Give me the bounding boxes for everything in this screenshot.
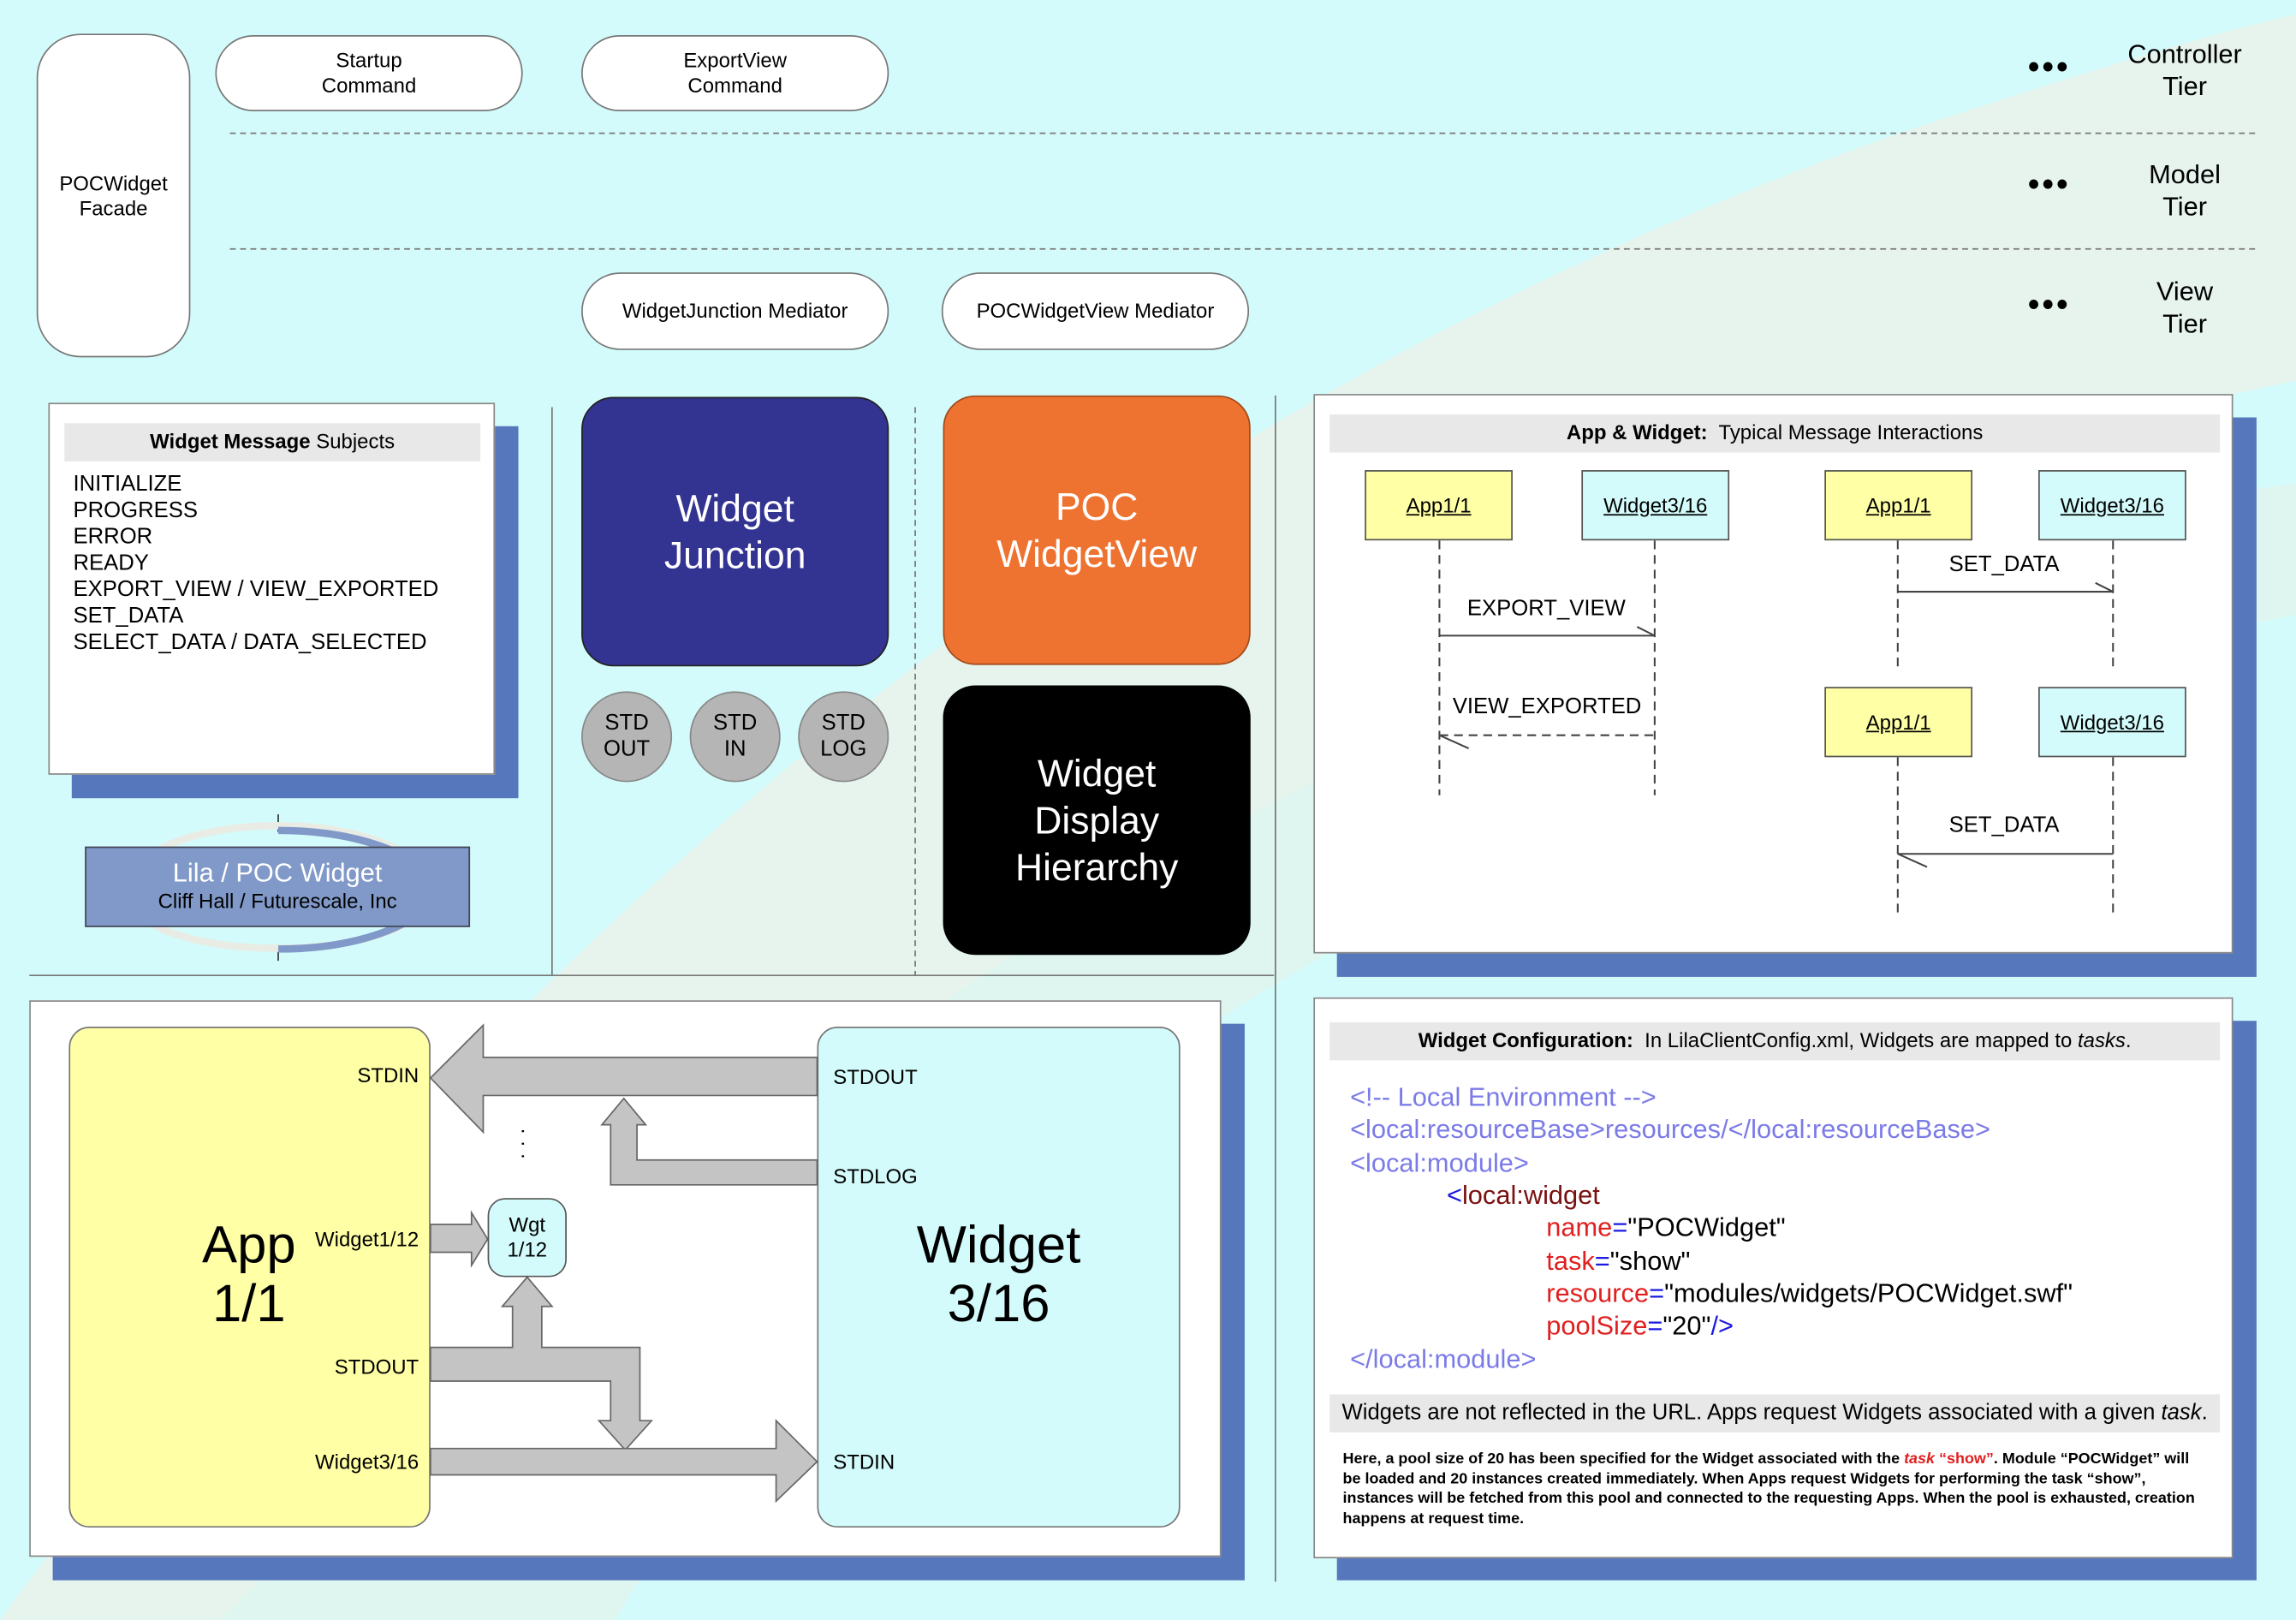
- stdlog-arrow: [600, 1097, 818, 1186]
- config-note: Widgets are not reflected in the URL. Ap…: [1329, 1394, 2221, 1432]
- xml-comment: <!-- Local Environment -->: [1350, 1082, 1657, 1112]
- attr-name: resource: [1546, 1278, 1650, 1308]
- close-self: />: [1710, 1310, 1734, 1341]
- lt: <: [1446, 1180, 1462, 1210]
- app-widget1-port: Widget1/12: [315, 1227, 419, 1251]
- xml-attr: name="POCWidget": [1546, 1212, 1786, 1242]
- note-em: task: [2161, 1400, 2202, 1426]
- app-widget3-port: Widget3/16: [315, 1450, 419, 1474]
- xml-attr: task="show": [1546, 1246, 1691, 1276]
- attr-value: "show": [1609, 1246, 1691, 1276]
- attr-value: "20": [1663, 1310, 1711, 1341]
- stdout-arrow: [430, 1276, 654, 1451]
- tag: local:widget: [1461, 1180, 1600, 1210]
- attr-value: "modules/widgets/POCWidget.swf": [1664, 1278, 2073, 1308]
- config-panel: Widget Configuration: In LilaClientConfi…: [1313, 997, 2234, 1558]
- wgt-box: Wgt 1/12: [487, 1198, 567, 1278]
- config-paragraph: Here, a pool size of 20 has been specifi…: [1343, 1450, 2207, 1528]
- xml-widget-open: <local:widget: [1447, 1179, 1600, 1212]
- ellipsis: · · ·: [512, 1128, 537, 1160]
- xml-attr: poolSize="20"/>: [1546, 1310, 1734, 1341]
- attr-name: poolSize: [1546, 1310, 1648, 1341]
- app-stdin-port: STDIN: [357, 1063, 419, 1087]
- attr-value: "POCWidget": [1627, 1212, 1786, 1242]
- xml-resource-base: <local:resourceBase>resources/</local:re…: [1350, 1114, 1990, 1144]
- title-bold: Widget Configuration:: [1418, 1027, 1633, 1052]
- config-title: Widget Configuration: In LilaClientConfi…: [1329, 1021, 2221, 1061]
- title-rest: In LilaClientConfig.xml, Widgets are map…: [1633, 1027, 2078, 1052]
- attr-name: task: [1546, 1246, 1595, 1276]
- widget-stdout-port: STDOUT: [833, 1064, 918, 1088]
- architecture-diagram: POCWidget Facade Startup Command ExportV…: [0, 0, 2296, 1620]
- xml-attr: resource="modules/widgets/POCWidget.swf": [1546, 1278, 2073, 1308]
- note-text: Widgets are not reflected in the URL. Ap…: [1341, 1400, 2162, 1426]
- widget-stdlog-port: STDLOG: [833, 1164, 918, 1188]
- xml-module-open: <local:module>: [1350, 1148, 1529, 1178]
- para-text: Here, a pool size of 20 has been specifi…: [1342, 1450, 1905, 1468]
- app-stdout-port: STDOUT: [334, 1355, 419, 1379]
- xml-module-close: </local:module>: [1350, 1344, 1537, 1374]
- widget1-arrow: [430, 1210, 489, 1268]
- attr-name: name: [1546, 1212, 1613, 1242]
- title-em: tasks: [2077, 1027, 2126, 1052]
- para-task: task: [1904, 1450, 1936, 1468]
- widget-stdin-port: STDIN: [833, 1450, 895, 1474]
- para-show: “show”: [1935, 1450, 1994, 1468]
